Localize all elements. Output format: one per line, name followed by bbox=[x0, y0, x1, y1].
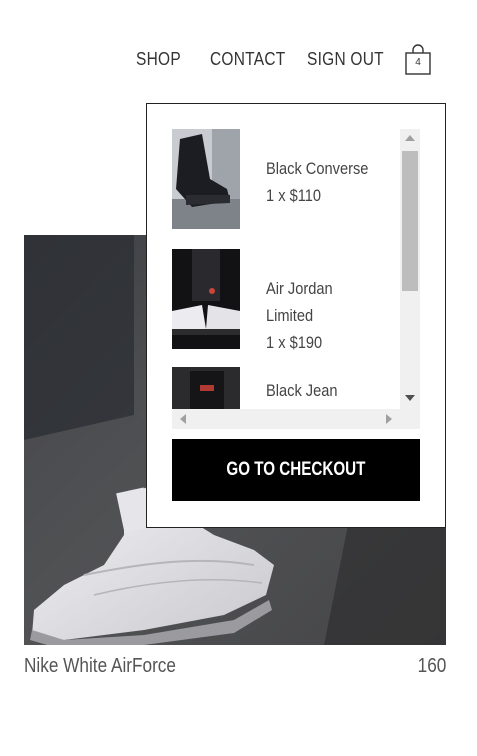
nav-shop-link[interactable]: SHOP bbox=[136, 49, 181, 70]
scrollbar-thumb[interactable] bbox=[402, 151, 418, 291]
cart-item-name: Black Converse bbox=[266, 159, 369, 178]
scroll-up-arrow-icon[interactable] bbox=[405, 135, 415, 141]
cart-item-quantity-price: 1 x $190 bbox=[266, 333, 323, 352]
scroll-right-arrow-icon[interactable] bbox=[386, 414, 392, 424]
cart-item-thumbnail bbox=[172, 129, 240, 229]
cart-button[interactable]: 4 bbox=[404, 44, 432, 76]
nav-contact-link[interactable]: CONTACT bbox=[210, 49, 285, 70]
cart-count-badge: 4 bbox=[415, 57, 421, 68]
top-nav: SHOP CONTACT SIGN OUT 4 bbox=[0, 44, 477, 78]
scroll-down-arrow-icon[interactable] bbox=[405, 395, 415, 401]
cart-item-thumbnail bbox=[172, 249, 240, 349]
nav-sign-out-link[interactable]: SIGN OUT bbox=[307, 49, 384, 70]
cart-item-name-line2: Limited bbox=[266, 306, 314, 325]
cart-items-list: Black Converse 1 x $110 Air Jordan Limit… bbox=[172, 129, 420, 409]
cart-horizontal-scrollbar[interactable] bbox=[172, 409, 420, 429]
product-name: Nike White AirForce bbox=[24, 655, 176, 677]
cart-dropdown: Black Converse 1 x $110 Air Jordan Limit… bbox=[146, 103, 446, 528]
product-price: 160 bbox=[417, 655, 446, 677]
cart-item-info: Air Jordan Limited 1 x $190 bbox=[266, 275, 396, 356]
cart-item-quantity-price: 1 x $110 bbox=[266, 186, 322, 205]
cart-item-name: Black Jean bbox=[266, 381, 338, 400]
cart-item-info: Black Converse 1 x $110 bbox=[266, 155, 396, 209]
cart-vertical-scrollbar[interactable] bbox=[400, 129, 420, 409]
checkout-button-label: GO TO CHECKOUT bbox=[226, 459, 366, 480]
cart-item-info: Black Jean bbox=[266, 377, 396, 404]
checkout-button[interactable]: GO TO CHECKOUT bbox=[172, 439, 420, 501]
cart-item-name: Air Jordan bbox=[266, 279, 333, 298]
cart-item-thumbnail bbox=[172, 367, 240, 409]
scroll-left-arrow-icon[interactable] bbox=[180, 414, 186, 424]
